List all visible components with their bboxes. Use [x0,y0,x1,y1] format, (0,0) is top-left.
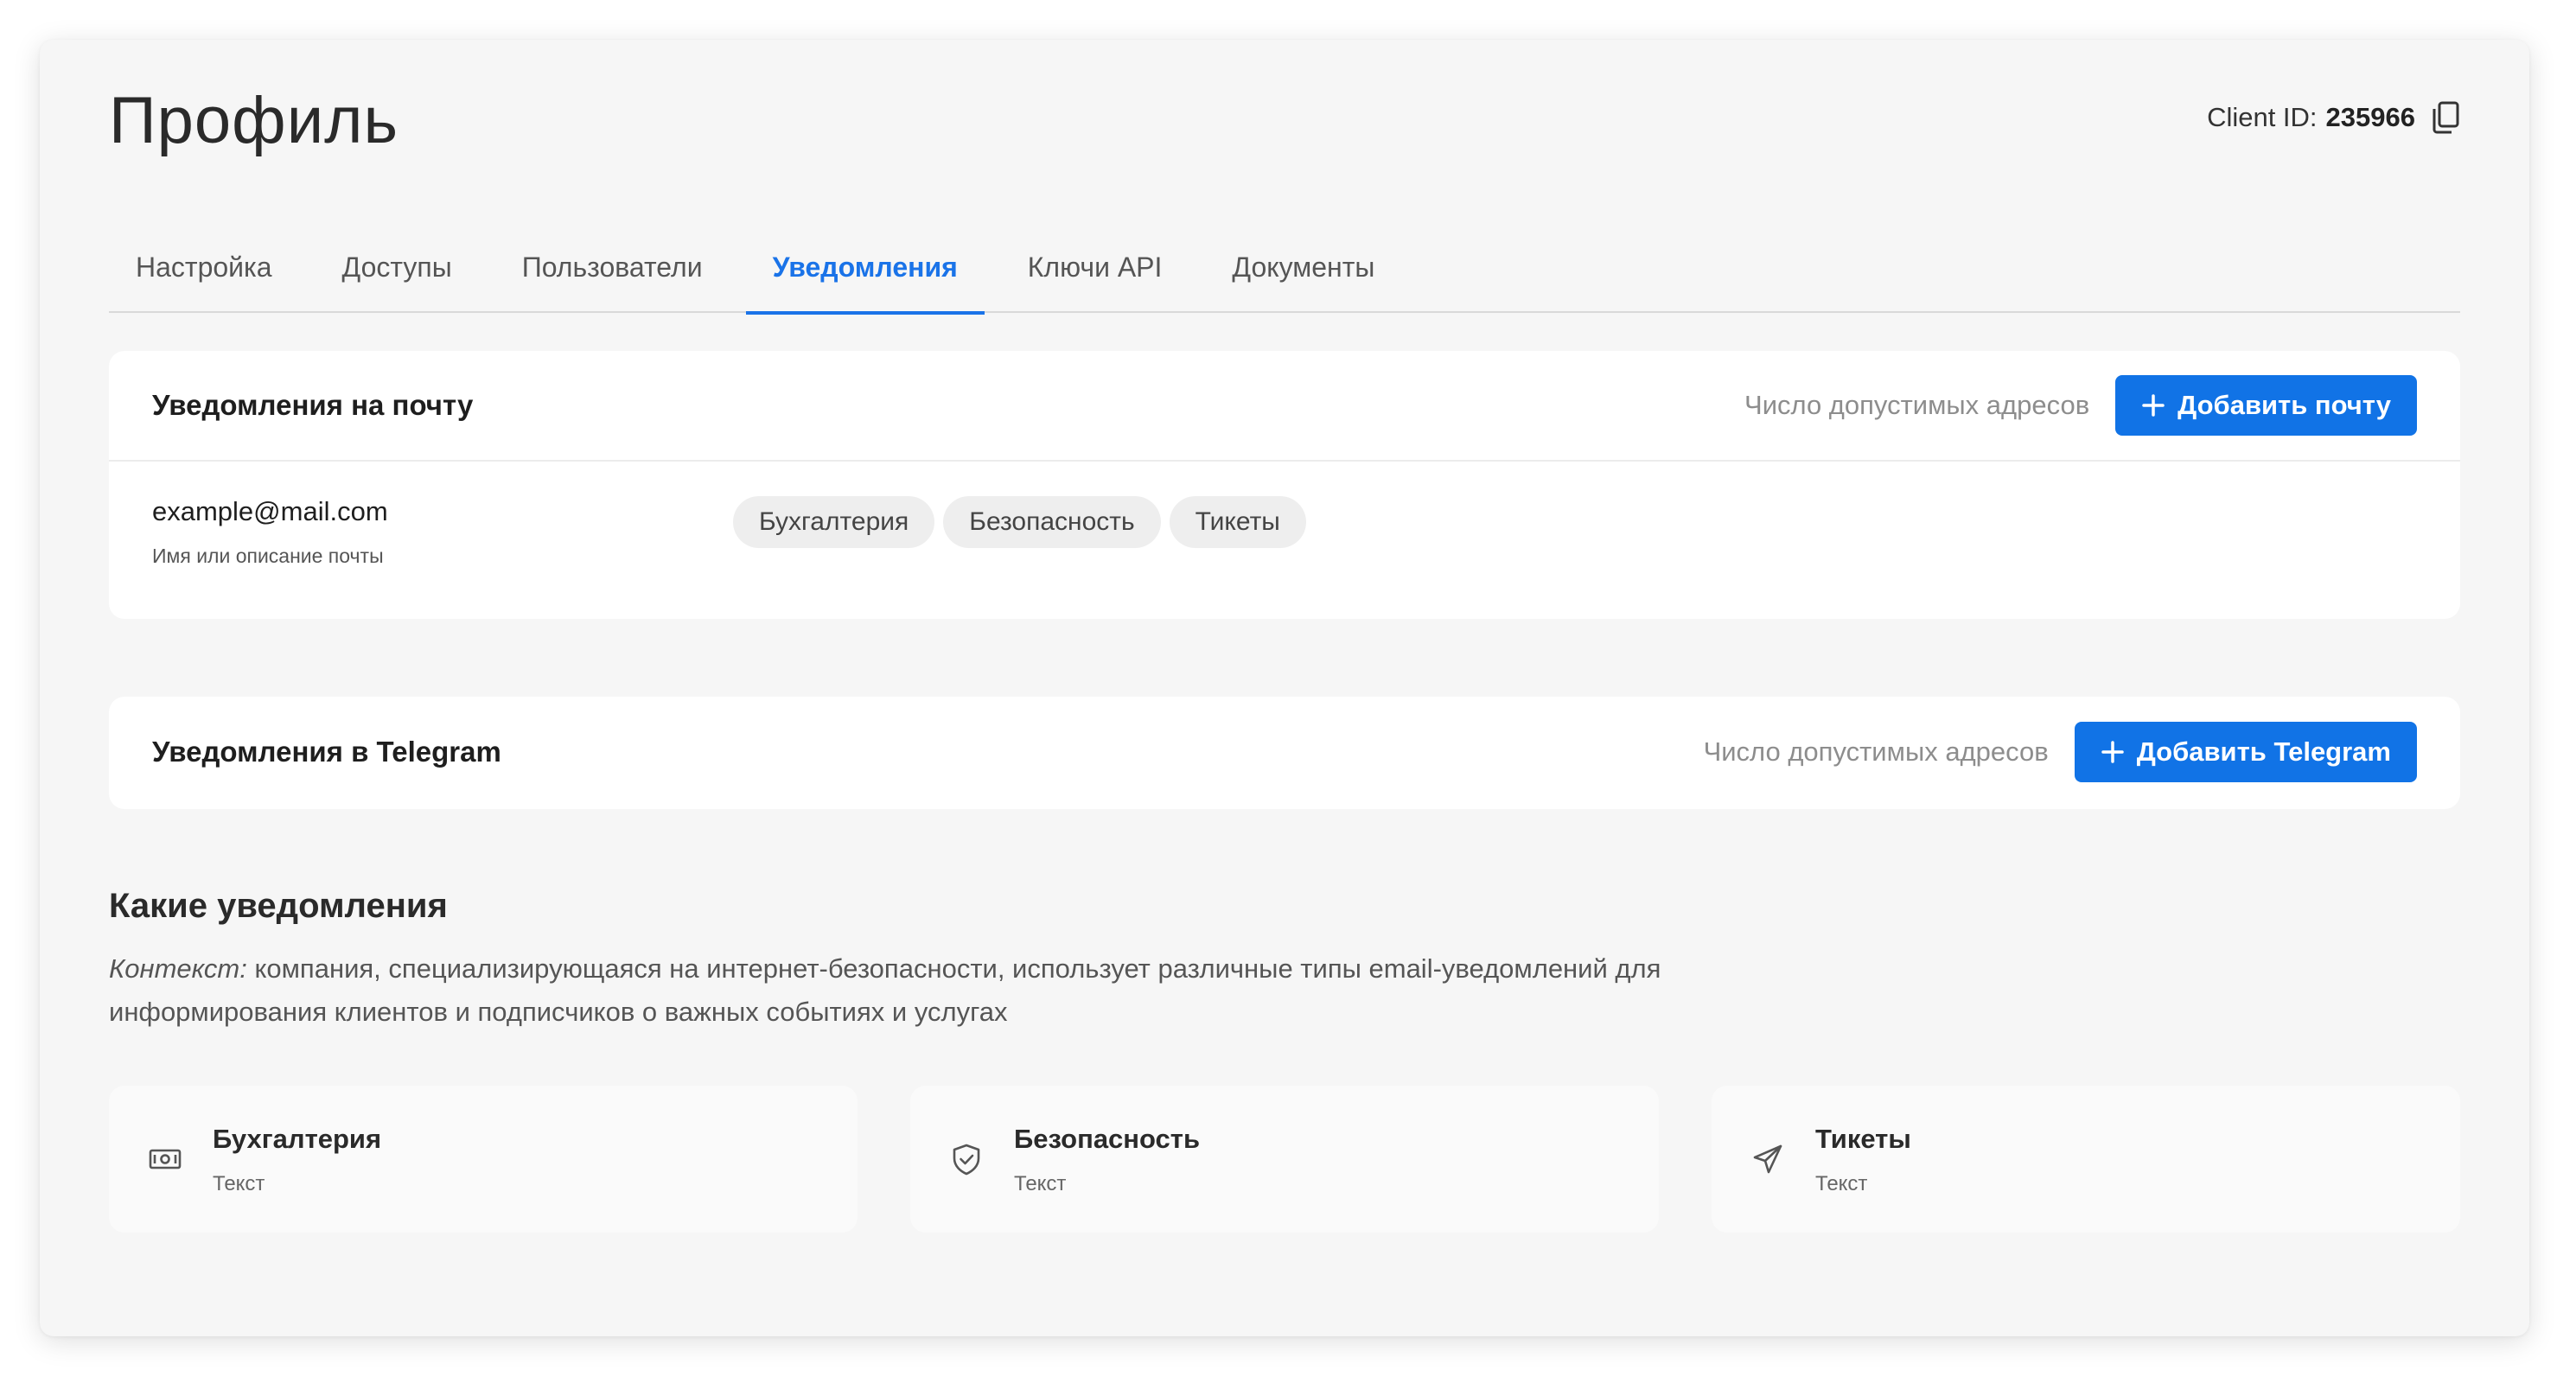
plus-icon [2101,741,2124,763]
notification-types-title: Какие уведомления [109,887,448,925]
copy-icon[interactable] [2431,100,2460,135]
email-card-title: Уведомления на почту [152,389,474,421]
tab-api-keys[interactable]: Ключи API [1001,221,1189,313]
add-email-label: Добавить почту [2177,390,2391,420]
telegram-card-header: Уведомления в Telegram Число допустимых … [109,697,2460,807]
client-id: Client ID: 235966 [2207,100,2460,135]
context-label: Контекст: [109,953,247,984]
email-tags: Бухгалтерия Безопасность Тикеты [733,496,1306,548]
client-id-value: 235966 [2325,102,2415,132]
money-icon [147,1141,183,1177]
client-id-label: Client ID: [2207,102,2318,132]
tab-documents[interactable]: Документы [1205,221,1401,313]
tag-security[interactable]: Безопасность [943,496,1161,548]
telegram-card-title: Уведомления в Telegram [152,736,501,768]
tab-settings[interactable]: Настройка [109,221,299,313]
type-card-title: Бухгалтерия [213,1124,382,1154]
page-title: Профиль [109,84,399,157]
email-limit-hint: Число допустимых адресов [1744,390,2090,420]
tab-access[interactable]: Доступы [316,221,479,313]
profile-window: Профиль Client ID: 235966 Настройка Дост… [40,40,2529,1336]
email-card-actions: Число допустимых адресов Добавить почту [1744,375,2417,436]
tag-accounting[interactable]: Бухгалтерия [733,496,935,548]
email-card-header: Уведомления на почту Число допустимых ад… [109,351,2460,462]
email-notifications-card: Уведомления на почту Число допустимых ад… [109,351,2460,619]
type-card-security: Безопасность Текст [910,1086,1659,1233]
telegram-notifications-card: Уведомления в Telegram Число допустимых … [109,697,2460,809]
tab-users[interactable]: Пользователи [495,221,730,313]
telegram-card-actions: Число допустимых адресов Добавить Telegr… [1704,722,2417,782]
tab-notifications[interactable]: Уведомления [745,221,985,315]
type-card-title: Тикеты [1815,1124,1911,1154]
send-icon [1750,1141,1786,1177]
add-email-button[interactable]: Добавить почту [2115,375,2417,436]
context-text: компания, специализирующаяся на интернет… [109,953,1661,1027]
plus-icon [2142,394,2165,417]
type-card-subtitle: Текст [1815,1172,1868,1195]
tag-tickets[interactable]: Тикеты [1169,496,1306,548]
email-description: Имя или описание почты [152,545,384,567]
telegram-limit-hint: Число допустимых адресов [1703,736,2049,767]
notification-types-description: Контекст: компания, специализирующаяся н… [109,947,1786,1034]
profile-tabs: Настройка Доступы Пользователи Уведомлен… [109,221,2460,315]
email-address: example@mail.com [152,496,388,526]
type-card-accounting: Бухгалтерия Текст [109,1086,858,1233]
type-card-title: Безопасность [1014,1124,1201,1154]
shield-check-icon [948,1141,985,1177]
type-card-tickets: Тикеты Текст [1712,1086,2460,1233]
add-telegram-label: Добавить Telegram [2136,736,2391,767]
email-entry-row: example@mail.com Имя или описание почты … [109,462,2460,617]
type-card-subtitle: Текст [1014,1172,1067,1195]
type-card-subtitle: Текст [213,1172,265,1195]
add-telegram-button[interactable]: Добавить Telegram [2074,722,2417,782]
